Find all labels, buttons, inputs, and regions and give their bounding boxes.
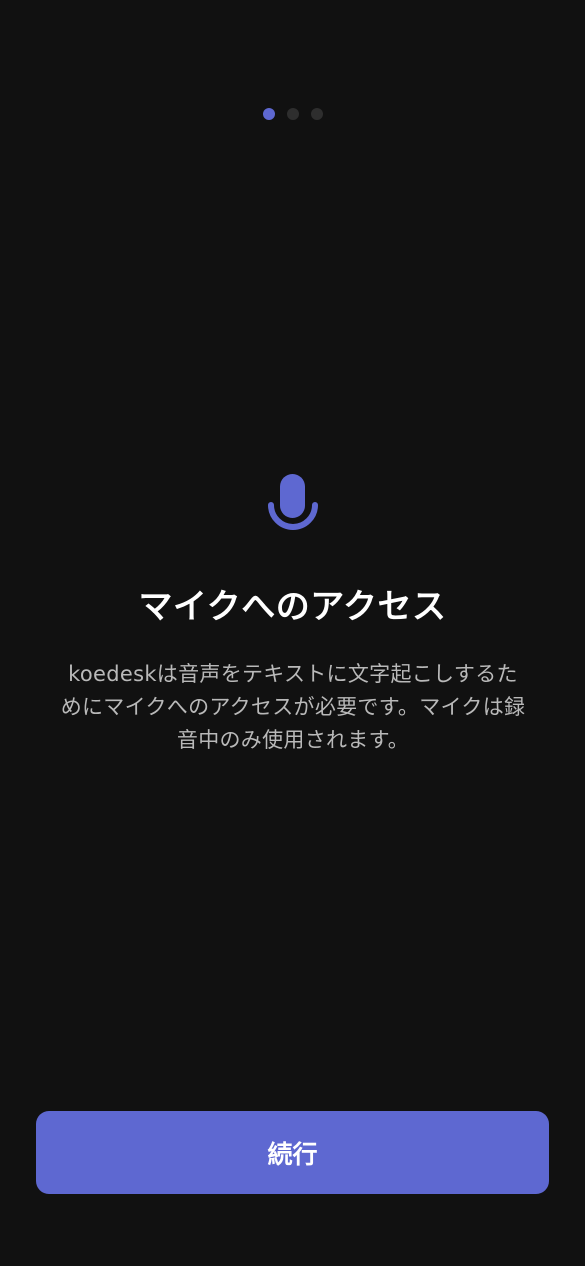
continue-button[interactable]: 続行 [36, 1111, 549, 1194]
onboarding-screen: マイクへのアクセス koedeskは音声をテキストに文字起こしするためにマイクへ… [0, 0, 585, 1266]
page-indicator [0, 108, 585, 120]
permission-description: koedeskは音声をテキストに文字起こしするためにマイクへのアクセスが必要です… [60, 662, 526, 752]
page-dot-2 [286, 108, 299, 120]
page-title: マイクへのアクセス [138, 587, 447, 627]
microphone-icon [268, 474, 318, 530]
page-dot-3 [310, 108, 323, 120]
page-dot-1-active [262, 108, 275, 120]
